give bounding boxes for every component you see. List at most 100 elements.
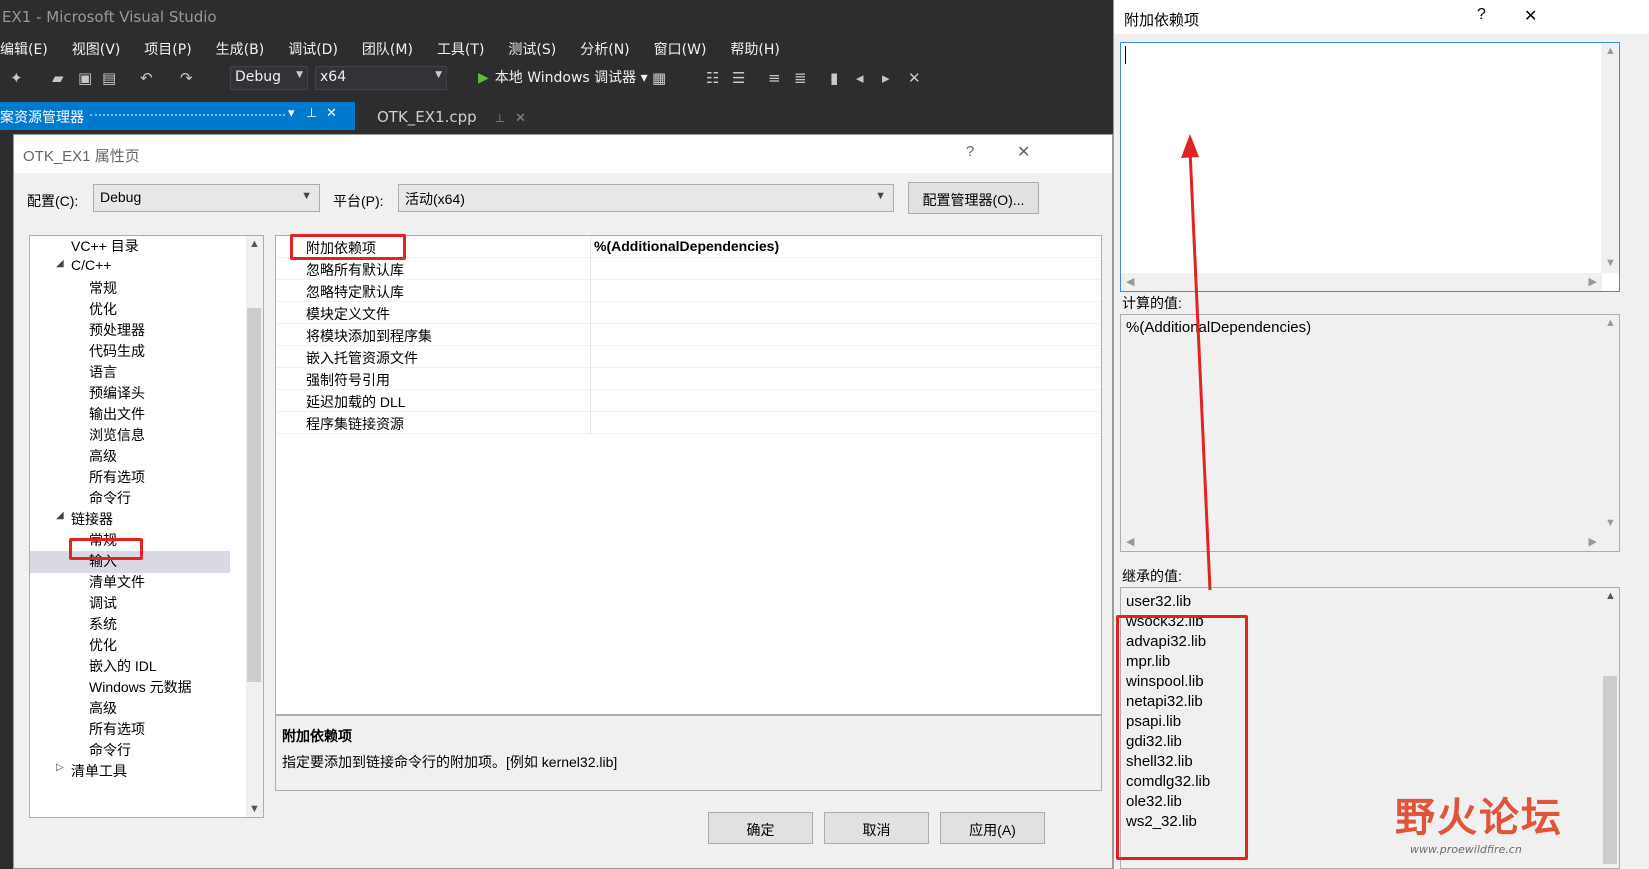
apply-button[interactable]: 应用(A) xyxy=(940,812,1045,844)
menu-tools[interactable]: 工具(T) xyxy=(425,39,496,59)
property-row[interactable]: 嵌入托管资源文件 xyxy=(276,346,1101,368)
property-row[interactable]: 程序集链接资源 xyxy=(276,412,1101,434)
pin-icon[interactable]: ⊥ xyxy=(306,106,317,121)
close-button[interactable]: ✕ xyxy=(1017,142,1030,162)
scroll-right-icon[interactable]: ▶ xyxy=(1589,275,1597,288)
tree-node-linker-debugging[interactable]: 调试 xyxy=(89,593,117,615)
expand-triangle-icon[interactable]: ◢ xyxy=(56,510,64,521)
tree-node-vc-directories[interactable]: VC++ 目录 xyxy=(71,236,139,258)
config-combo[interactable]: Debug ▼ xyxy=(93,184,320,212)
clear-bookmarks-icon[interactable]: ✕ xyxy=(908,69,921,87)
scroll-left-icon[interactable]: ◀ xyxy=(1126,275,1134,288)
tree-scrollbar[interactable]: ▲ ▼ xyxy=(246,236,263,817)
collapsed-triangle-icon[interactable]: ▷ xyxy=(56,762,64,773)
close-button[interactable]: ✕ xyxy=(1524,6,1537,26)
help-button[interactable]: ? xyxy=(1477,6,1486,24)
pin-icon[interactable]: ⊥ xyxy=(495,111,505,125)
redo-icon[interactable]: ↷ xyxy=(180,69,193,87)
ok-button[interactable]: 确定 xyxy=(708,812,813,844)
menu-help[interactable]: 帮助(H) xyxy=(718,39,791,59)
close-icon[interactable]: ✕ xyxy=(326,106,337,121)
tree-node-linker-command-line[interactable]: 命令行 xyxy=(89,740,131,762)
tree-node-code-generation[interactable]: 代码生成 xyxy=(89,341,145,363)
tree-scroll-thumb[interactable] xyxy=(247,308,261,682)
close-icon[interactable]: ✕ xyxy=(515,111,526,126)
computed-vscrollbar[interactable]: ▲ ▼ xyxy=(1601,315,1619,533)
tree-node-cpp-optimization[interactable]: 优化 xyxy=(89,299,117,321)
platform-select[interactable]: x64 ▼ xyxy=(315,66,447,90)
menu-project[interactable]: 项目(P) xyxy=(132,39,203,59)
tree-node-cpp-general[interactable]: 常规 xyxy=(89,278,117,300)
menu-analyze[interactable]: 分析(N) xyxy=(568,39,641,59)
tree-node-cpp[interactable]: ◢ C/C++ xyxy=(56,257,111,279)
tree-node-linker-all-options[interactable]: 所有选项 xyxy=(89,719,145,741)
tree-node-linker[interactable]: ◢ 链接器 xyxy=(56,509,113,531)
property-row[interactable]: 忽略特定默认库 xyxy=(276,280,1101,302)
property-row[interactable]: 忽略所有默认库 xyxy=(276,258,1101,280)
tree-node-windows-metadata[interactable]: Windows 元数据 xyxy=(89,677,192,699)
help-button[interactable]: ? xyxy=(966,143,974,160)
tree-node-embedded-idl[interactable]: 嵌入的 IDL xyxy=(89,656,157,678)
property-row[interactable]: 延迟加载的 DLL xyxy=(276,390,1101,412)
scroll-down-icon[interactable]: ▼ xyxy=(249,803,260,815)
expand-triangle-icon[interactable]: ◢ xyxy=(56,258,64,269)
scroll-right-icon[interactable]: ▶ xyxy=(1589,535,1597,548)
inherited-vscrollbar[interactable]: ▲ xyxy=(1601,588,1619,868)
edit-vscrollbar[interactable]: ▲ ▼ xyxy=(1601,43,1619,273)
scroll-up-icon[interactable]: ▲ xyxy=(1605,590,1616,602)
cancel-button[interactable]: 取消 xyxy=(824,812,929,844)
config-manager-button[interactable]: 配置管理器(O)... xyxy=(908,182,1039,214)
menu-view[interactable]: 视图(V) xyxy=(60,39,133,59)
tree-node-output-files[interactable]: 输出文件 xyxy=(89,404,145,426)
new-project-icon[interactable]: ✦ xyxy=(10,69,23,87)
tree-node-preprocessor[interactable]: 预处理器 xyxy=(89,320,145,342)
tree-node-linker-optimization[interactable]: 优化 xyxy=(89,635,117,657)
menu-edit[interactable]: 编辑(E) xyxy=(0,39,60,59)
tree-node-cpp-command-line[interactable]: 命令行 xyxy=(89,488,131,510)
indent-icon[interactable]: ≡ xyxy=(768,69,781,87)
save-all-icon[interactable]: ▤ xyxy=(102,69,116,87)
tree-node-language[interactable]: 语言 xyxy=(89,362,117,384)
property-value[interactable]: %(AdditionalDependencies) xyxy=(594,238,779,254)
property-grid[interactable]: 附加依赖项 %(AdditionalDependencies) 忽略所有默认库 忽… xyxy=(275,235,1102,715)
editor-tab[interactable]: OTK_EX1.cpp ⊥ ✕ xyxy=(365,102,526,130)
tree-node-manifest-tool[interactable]: ▷ 清单工具 xyxy=(56,761,127,783)
property-row[interactable]: 强制符号引用 xyxy=(276,368,1101,390)
scroll-left-icon[interactable]: ◀ xyxy=(1126,535,1134,548)
property-row[interactable]: 将模块添加到程序集 xyxy=(276,324,1101,346)
menu-debug[interactable]: 调试(D) xyxy=(276,39,350,59)
outdent-icon[interactable]: ≣ xyxy=(794,69,807,87)
menu-test[interactable]: 测试(S) xyxy=(496,39,568,59)
scroll-up-icon[interactable]: ▲ xyxy=(249,238,260,250)
tree-node-cpp-all-options[interactable]: 所有选项 xyxy=(89,467,145,489)
dropdown-icon[interactable]: ▾ xyxy=(288,106,295,121)
menu-window[interactable]: 窗口(W) xyxy=(642,39,719,59)
bookmark-icon[interactable]: ▮ xyxy=(830,69,838,87)
open-folder-icon[interactable]: ▰ xyxy=(52,69,64,87)
platform-combo[interactable]: 活动(x64) ▼ xyxy=(398,184,894,212)
tree-node-linker-advanced[interactable]: 高级 xyxy=(89,698,117,720)
comment-icon[interactable]: ☷ xyxy=(706,69,719,87)
browse-icon[interactable]: ▦ xyxy=(652,69,666,87)
property-row[interactable]: 模块定义文件 xyxy=(276,302,1101,324)
tree-node-manifest-file[interactable]: 清单文件 xyxy=(89,572,145,594)
config-select[interactable]: Debug ▼ xyxy=(230,66,308,90)
scroll-down-icon[interactable]: ▼ xyxy=(1605,517,1616,529)
tree-node-browse-info[interactable]: 浏览信息 xyxy=(89,425,145,447)
prev-bookmark-icon[interactable]: ◂ xyxy=(856,69,864,87)
inherited-scroll-thumb[interactable] xyxy=(1603,676,1617,864)
scroll-up-icon[interactable]: ▲ xyxy=(1605,317,1616,329)
menu-team[interactable]: 团队(M) xyxy=(350,39,425,59)
start-debugger-button[interactable]: ▶ 本地 Windows 调试器 ▾ xyxy=(478,67,648,87)
scroll-down-icon[interactable]: ▼ xyxy=(1605,257,1616,269)
next-bookmark-icon[interactable]: ▸ xyxy=(882,69,890,87)
menu-build[interactable]: 生成(B) xyxy=(204,39,277,59)
scroll-up-icon[interactable]: ▲ xyxy=(1605,45,1616,57)
uncomment-icon[interactable]: ☰ xyxy=(732,69,745,87)
tree-node-precompiled-headers[interactable]: 预编译头 xyxy=(89,383,145,405)
property-tree[interactable]: VC++ 目录 ◢ C/C++ 常规 优化 预处理器 代码生成 语言 预编译头 输… xyxy=(29,235,264,818)
tree-node-cpp-advanced[interactable]: 高级 xyxy=(89,446,117,468)
undo-icon[interactable]: ↶ xyxy=(140,69,153,87)
save-icon[interactable]: ▣ xyxy=(78,69,92,87)
tree-node-system[interactable]: 系统 xyxy=(89,614,117,636)
